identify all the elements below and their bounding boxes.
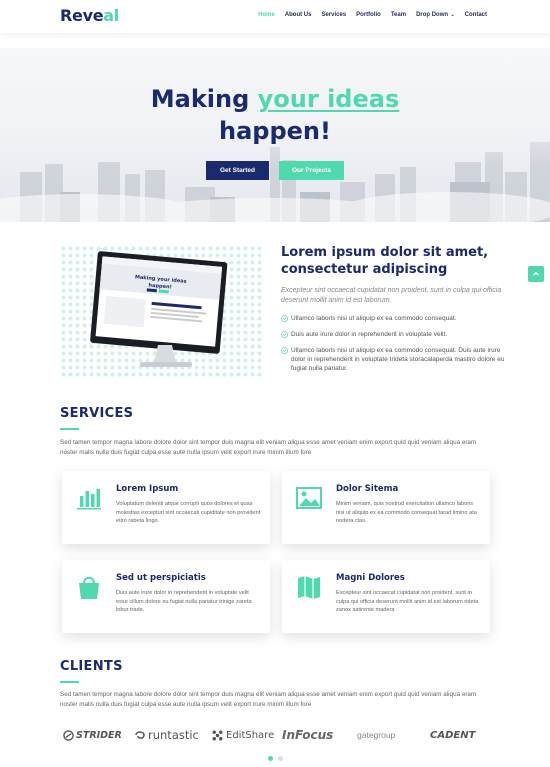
client-logo-editshare[interactable]: EditShare	[211, 724, 274, 746]
nav-home[interactable]: Home	[258, 12, 275, 18]
service-card-title: Lorem Ipsum	[116, 484, 179, 494]
our-projects-button[interactable]: Our Projects	[279, 161, 344, 180]
service-card-body: Minim veniam, quis nostrud exercitation …	[336, 501, 477, 525]
about-list: Ullamco laboris nisi ut aliquip ex ea co…	[281, 314, 511, 380]
runtastic-swirl-icon	[135, 731, 145, 739]
hero-title-pre: Making	[150, 85, 258, 113]
map-icon	[298, 576, 320, 599]
logo-main: Reve	[60, 6, 104, 25]
nav-contact[interactable]: Contact	[465, 12, 487, 18]
client-logo-text: runtastic	[148, 728, 199, 742]
service-card-lorem-ipsum[interactable]: Lorem Ipsum Voluptatum deleniti atque co…	[62, 471, 270, 544]
logo-accent: al	[103, 6, 119, 25]
nav-team[interactable]: Team	[391, 12, 406, 18]
service-card-body: Excepteur sint occaecat cupidatat non pr…	[336, 590, 479, 614]
hero-title-line2: happen!	[219, 117, 331, 145]
nav-about[interactable]: About Us	[285, 12, 312, 18]
services-title: SERVICES	[60, 406, 134, 421]
bar-chart-icon	[77, 489, 101, 510]
chevron-down-icon: ⌄	[449, 12, 455, 18]
service-card-title: Sed ut perspiciatis	[116, 573, 206, 583]
clients-title: CLIENTS	[60, 659, 123, 674]
client-logo-runtastic[interactable]: runtastic	[134, 724, 199, 746]
client-logo-gategroup[interactable]: gategroup	[357, 724, 395, 746]
hero-title-highlight: your ideas	[257, 85, 400, 113]
list-item-text: Duis aute irure dolor in reprehenderit i…	[291, 331, 448, 338]
service-card-sed-ut-perspiciatis[interactable]: Sed ut perspiciatis Duis aute irure dolo…	[62, 560, 270, 633]
clients-description: Sed tamen tempor magna labore dolore dol…	[60, 691, 477, 708]
about-title: Lorem ipsum dolor sit amet, consectetur …	[281, 245, 489, 277]
client-logo-strider[interactable]: STRIDER	[63, 724, 122, 746]
main-nav: Home About Us Services Portfolio Team Dr…	[258, 12, 487, 18]
list-item: Duis aute irure dolor in reprehenderit i…	[281, 330, 511, 339]
monitor-illustration: Making your ideas happen!	[60, 245, 262, 378]
client-logo-text: gategroup	[357, 730, 396, 740]
service-card-magni-dolores[interactable]: Magni Dolores Excepteur sint occaecat cu…	[282, 560, 490, 633]
back-to-top-button[interactable]	[528, 266, 544, 282]
nav-dropdown-label: Drop Down	[416, 12, 449, 18]
site-header: Reveal Home About Us Services Portfolio …	[0, 0, 550, 33]
hero-title: Making your ideas	[0, 85, 550, 113]
shopping-bag-icon	[79, 576, 99, 599]
services-title-underline	[60, 428, 79, 430]
list-item-text: Ullamco laboris nisi ut aliquip ex ea co…	[291, 315, 457, 322]
service-card-body: Duis aute irure dolor in reprehenderit i…	[116, 590, 252, 614]
service-card-dolor-sitema[interactable]: Dolor Sitema Minim veniam, quis nostrud …	[282, 471, 490, 544]
hero-section: Making your ideas happen! Get Started Ou…	[0, 48, 550, 222]
check-circle-icon	[281, 347, 288, 354]
chevron-up-icon	[533, 271, 539, 276]
services-description: Sed tamen tempor magna labore dolore dol…	[60, 439, 477, 456]
about-lead: Excepteur sint occaecat cupidatat non pr…	[281, 287, 502, 304]
nav-dropdown[interactable]: Drop Down ⌄	[416, 12, 455, 18]
picture-icon	[296, 487, 322, 509]
client-logo-infocus[interactable]: InFocus	[282, 724, 333, 746]
service-card-title: Magni Dolores	[336, 573, 405, 583]
client-logo-cadent[interactable]: CADENT	[430, 724, 475, 746]
list-item-text: Ullamco laboris nisi ut aliquip ex ea co…	[291, 347, 505, 372]
carousel-pagination	[268, 756, 283, 761]
service-card-body: Voluptatum deleniti atque corrupti quos …	[116, 501, 261, 525]
client-logo-text: EditShare	[226, 729, 275, 741]
service-card-title: Dolor Sitema	[336, 484, 399, 494]
list-item: Ullamco laboris nisi ut aliquip ex ea co…	[281, 314, 511, 323]
nav-portfolio[interactable]: Portfolio	[356, 12, 381, 18]
logo[interactable]: Reveal	[60, 6, 119, 25]
strider-emblem-icon	[63, 729, 74, 741]
clients-title-underline	[60, 681, 79, 683]
client-logo-text: CADENT	[430, 729, 476, 741]
carousel-dot-active[interactable]	[268, 756, 273, 761]
carousel-dot[interactable]	[278, 756, 283, 761]
check-circle-icon	[281, 331, 288, 338]
client-logos: STRIDER runtastic EditShare InFocus gate…	[60, 724, 492, 746]
editshare-grid-icon	[212, 730, 223, 740]
client-logo-text: InFocus	[282, 728, 334, 742]
nav-services[interactable]: Services	[321, 12, 346, 18]
get-started-button[interactable]: Get Started	[206, 161, 269, 180]
list-item: Ullamco laboris nisi ut aliquip ex ea co…	[281, 346, 511, 373]
check-circle-icon	[281, 315, 288, 322]
client-logo-text: STRIDER	[76, 729, 122, 741]
